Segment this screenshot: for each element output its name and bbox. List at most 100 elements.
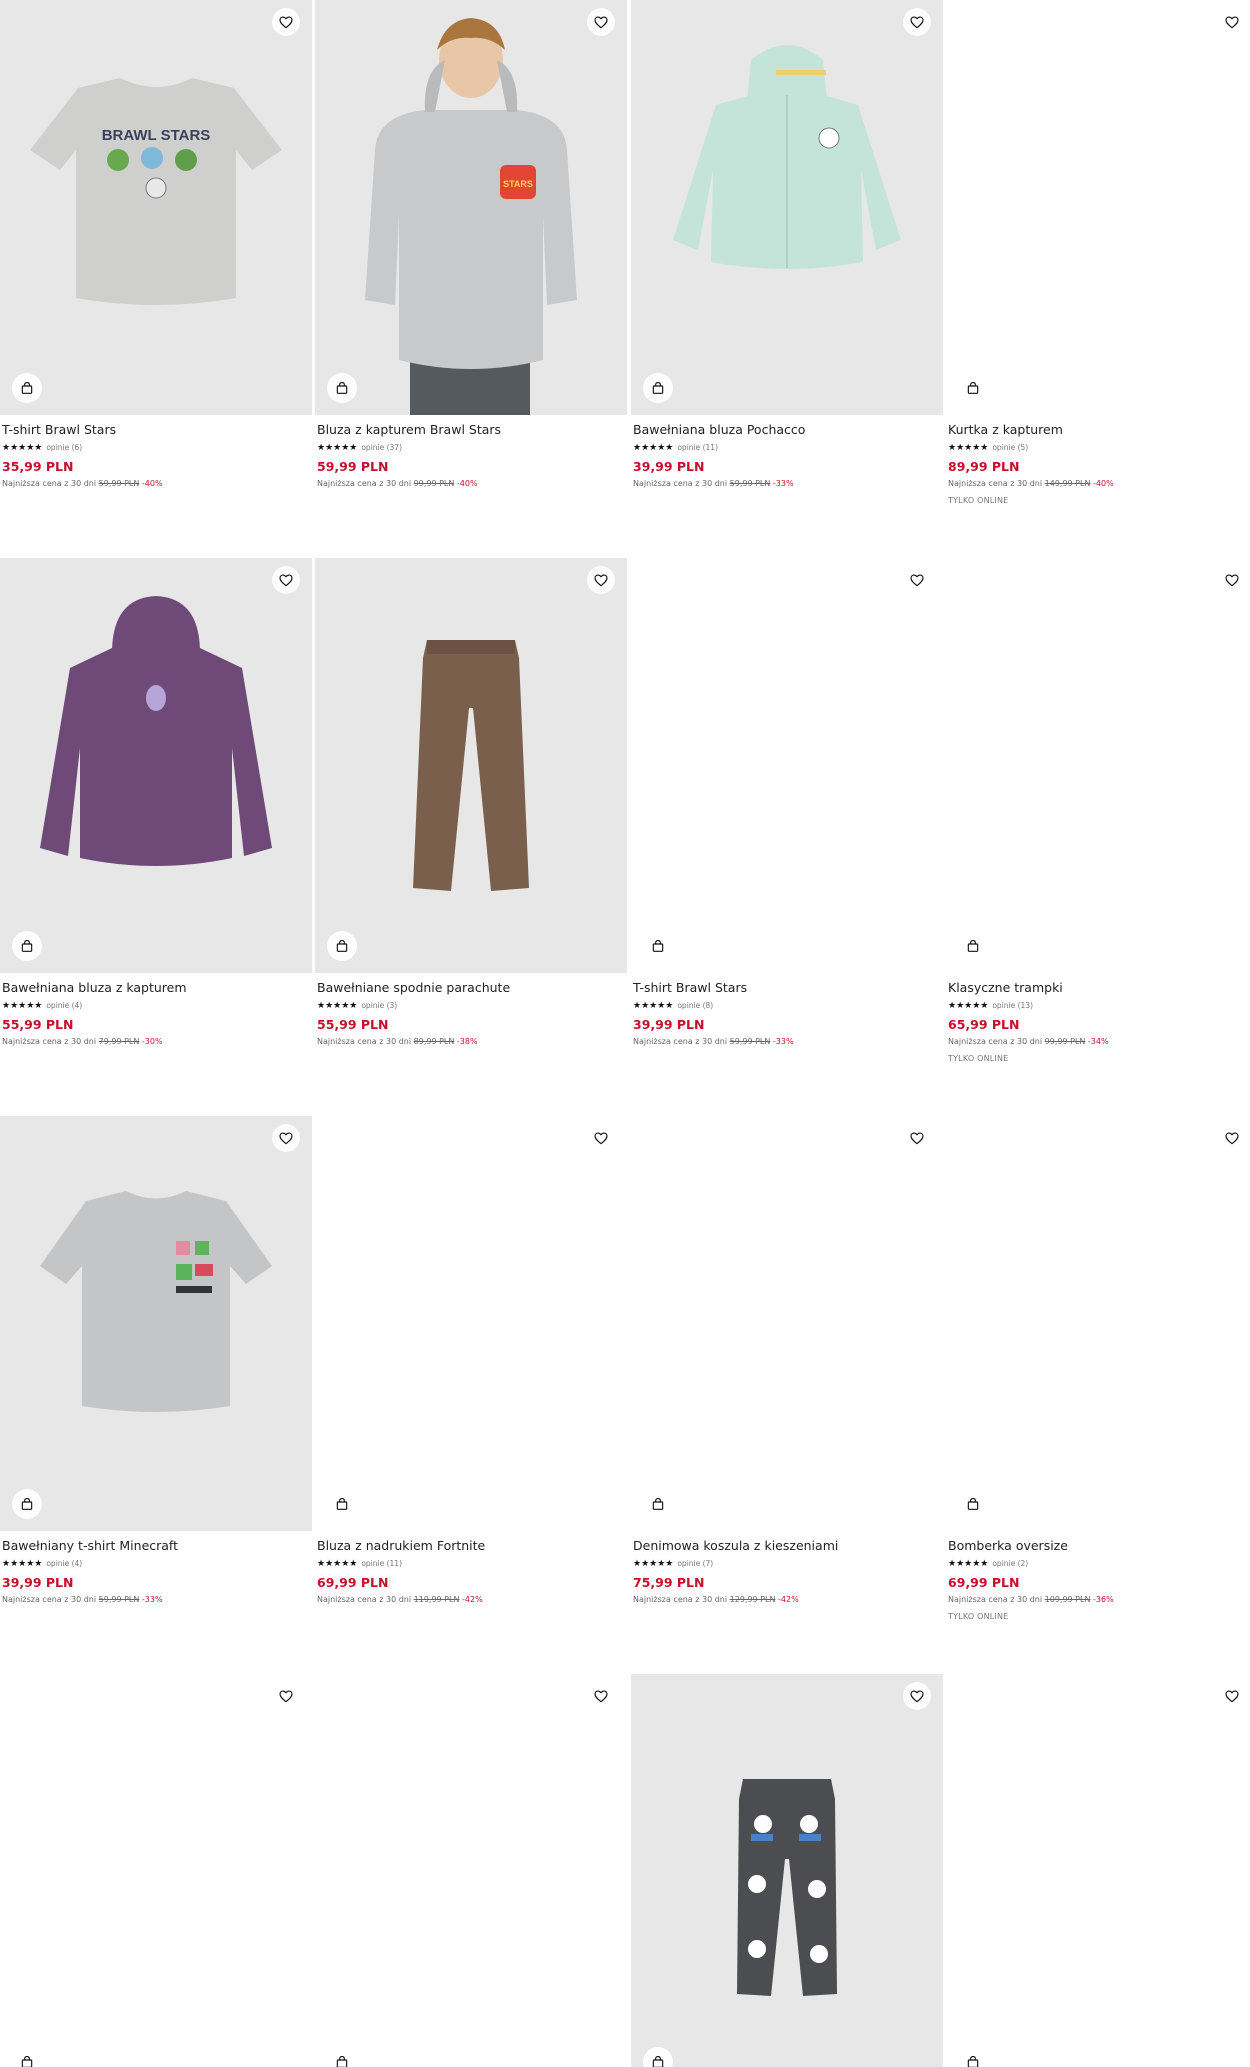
product-card[interactable]: Bluza z nadrukiem Fortnite ★★★★★ opinie (…	[315, 1116, 627, 1671]
star-icon: ★★★★★	[317, 443, 358, 453]
add-to-favorites-button[interactable]	[903, 1124, 931, 1152]
product-card[interactable]: Bawełniany t-shirt Minecraft ★★★★★ opinie…	[0, 1116, 312, 1671]
product-name[interactable]: Denimowa koszula z kieszeniami	[633, 1538, 941, 1554]
add-to-favorites-button[interactable]	[272, 1124, 300, 1152]
product-image[interactable]	[315, 558, 627, 973]
add-to-bag-button[interactable]	[327, 2047, 357, 2067]
online-only-badge: TYLKO ONLINE	[948, 496, 1009, 505]
review-count[interactable]: opinie (4)	[46, 1001, 82, 1011]
product-name[interactable]: Bomberka oversize	[948, 1538, 1250, 1554]
add-to-bag-button[interactable]	[12, 931, 42, 961]
product-name[interactable]: T-shirt Brawl Stars	[633, 980, 941, 996]
add-to-favorites-button[interactable]	[903, 1682, 931, 1710]
product-card[interactable]	[0, 1674, 312, 2067]
star-icon: ★★★★★	[633, 1001, 674, 1011]
add-to-favorites-button[interactable]	[587, 8, 615, 36]
product-card[interactable]: Klasyczne trampki ★★★★★ opinie (13) 65,99…	[946, 558, 1250, 1113]
add-to-bag-button[interactable]	[12, 373, 42, 403]
add-to-bag-button[interactable]	[643, 931, 673, 961]
review-count[interactable]: opinie (37)	[361, 443, 402, 453]
review-count[interactable]: opinie (3)	[361, 1001, 397, 1011]
add-to-bag-button[interactable]	[643, 1489, 673, 1519]
add-to-favorites-button[interactable]	[272, 8, 300, 36]
product-card[interactable]	[946, 1674, 1250, 2067]
product-image[interactable]: BRAWL STARS	[0, 0, 312, 415]
add-to-favorites-button[interactable]	[903, 566, 931, 594]
add-to-bag-button[interactable]	[327, 1489, 357, 1519]
add-to-bag-button[interactable]	[958, 2047, 988, 2067]
product-image[interactable]: STARS	[315, 0, 627, 415]
add-to-bag-button[interactable]	[327, 931, 357, 961]
product-card[interactable]: T-shirt Brawl Stars ★★★★★ opinie (8) 39,9…	[631, 558, 943, 1113]
review-count[interactable]: opinie (13)	[992, 1001, 1033, 1011]
add-to-favorites-button[interactable]	[1218, 8, 1246, 36]
review-count[interactable]: opinie (4)	[46, 1559, 82, 1569]
product-image[interactable]	[631, 1674, 943, 2067]
lowest-price-info: Najniższa cena z 30 dni 79,99 PLN -30%	[2, 1037, 163, 1046]
product-name[interactable]: T-shirt Brawl Stars	[2, 422, 310, 438]
product-image[interactable]	[946, 0, 1250, 415]
product-image[interactable]	[0, 1116, 312, 1531]
add-to-bag-button[interactable]	[958, 373, 988, 403]
review-count[interactable]: opinie (7)	[677, 1559, 713, 1569]
product-card[interactable]: Denimowa koszula z kieszeniami ★★★★★ opin…	[631, 1116, 943, 1671]
product-image[interactable]	[0, 558, 312, 973]
product-name[interactable]: Klasyczne trampki	[948, 980, 1250, 996]
product-name[interactable]: Bawełniana bluza z kapturem	[2, 980, 310, 996]
add-to-bag-button[interactable]	[327, 373, 357, 403]
product-image[interactable]	[946, 558, 1250, 973]
add-to-favorites-button[interactable]	[272, 566, 300, 594]
add-to-favorites-button[interactable]	[903, 8, 931, 36]
product-card[interactable]	[315, 1674, 627, 2067]
product-price: 65,99 PLN	[948, 1017, 1020, 1032]
add-to-bag-button[interactable]	[958, 931, 988, 961]
add-to-bag-button[interactable]	[12, 2047, 42, 2067]
add-to-favorites-button[interactable]	[1218, 566, 1246, 594]
product-card[interactable]: Bawełniane spodnie parachute ★★★★★ opinie…	[315, 558, 627, 1113]
lowest-price-info: Najniższa cena z 30 dni 149,99 PLN -40%	[948, 479, 1114, 488]
add-to-bag-button[interactable]	[958, 1489, 988, 1519]
product-image[interactable]	[631, 1116, 943, 1531]
bag-icon	[965, 2054, 981, 2067]
product-image[interactable]	[315, 1674, 627, 2067]
add-to-bag-button[interactable]	[643, 373, 673, 403]
product-price: 75,99 PLN	[633, 1575, 705, 1590]
review-count[interactable]: opinie (2)	[992, 1559, 1028, 1569]
product-image[interactable]	[631, 0, 943, 415]
bag-icon	[334, 380, 350, 396]
product-name[interactable]: Kurtka z kapturem	[948, 422, 1250, 438]
add-to-favorites-button[interactable]	[587, 1682, 615, 1710]
product-card[interactable]: Bomberka oversize ★★★★★ opinie (2) 69,99 …	[946, 1116, 1250, 1671]
add-to-favorites-button[interactable]	[1218, 1682, 1246, 1710]
product-price: 35,99 PLN	[2, 459, 74, 474]
product-card[interactable]: BRAWL STARS T-shirt Brawl Stars ★★★★★ opi…	[0, 0, 312, 555]
product-card[interactable]: Bawełniana bluza z kapturem ★★★★★ opinie …	[0, 558, 312, 1113]
add-to-favorites-button[interactable]	[1218, 1124, 1246, 1152]
product-card[interactable]: Bawełniana bluza Pochacco ★★★★★ opinie (1…	[631, 0, 943, 555]
review-count[interactable]: opinie (6)	[46, 443, 82, 453]
review-count[interactable]: opinie (8)	[677, 1001, 713, 1011]
review-count[interactable]: opinie (11)	[677, 443, 718, 453]
product-image[interactable]	[946, 1116, 1250, 1531]
product-image[interactable]	[0, 1674, 312, 2067]
svg-text:BRAWL STARS: BRAWL STARS	[102, 127, 211, 144]
add-to-favorites-button[interactable]	[272, 1682, 300, 1710]
product-image[interactable]	[946, 1674, 1250, 2067]
product-image[interactable]	[315, 1116, 627, 1531]
add-to-favorites-button[interactable]	[587, 566, 615, 594]
add-to-favorites-button[interactable]	[587, 1124, 615, 1152]
product-card[interactable]	[631, 1674, 943, 2067]
product-price: 39,99 PLN	[633, 459, 705, 474]
add-to-bag-button[interactable]	[12, 1489, 42, 1519]
svg-text:STARS: STARS	[503, 179, 533, 189]
review-count[interactable]: opinie (5)	[992, 443, 1028, 453]
product-name[interactable]: Bluza z nadrukiem Fortnite	[317, 1538, 625, 1554]
product-name[interactable]: Bawełniany t-shirt Minecraft	[2, 1538, 310, 1554]
product-name[interactable]: Bawełniane spodnie parachute	[317, 980, 625, 996]
product-image[interactable]	[631, 558, 943, 973]
product-card[interactable]: Kurtka z kapturem ★★★★★ opinie (5) 89,99 …	[946, 0, 1250, 555]
product-card[interactable]: STARS Bluza z kapturem Brawl Stars ★★★★★…	[315, 0, 627, 555]
product-name[interactable]: Bluza z kapturem Brawl Stars	[317, 422, 625, 438]
review-count[interactable]: opinie (11)	[361, 1559, 402, 1569]
product-name[interactable]: Bawełniana bluza Pochacco	[633, 422, 941, 438]
